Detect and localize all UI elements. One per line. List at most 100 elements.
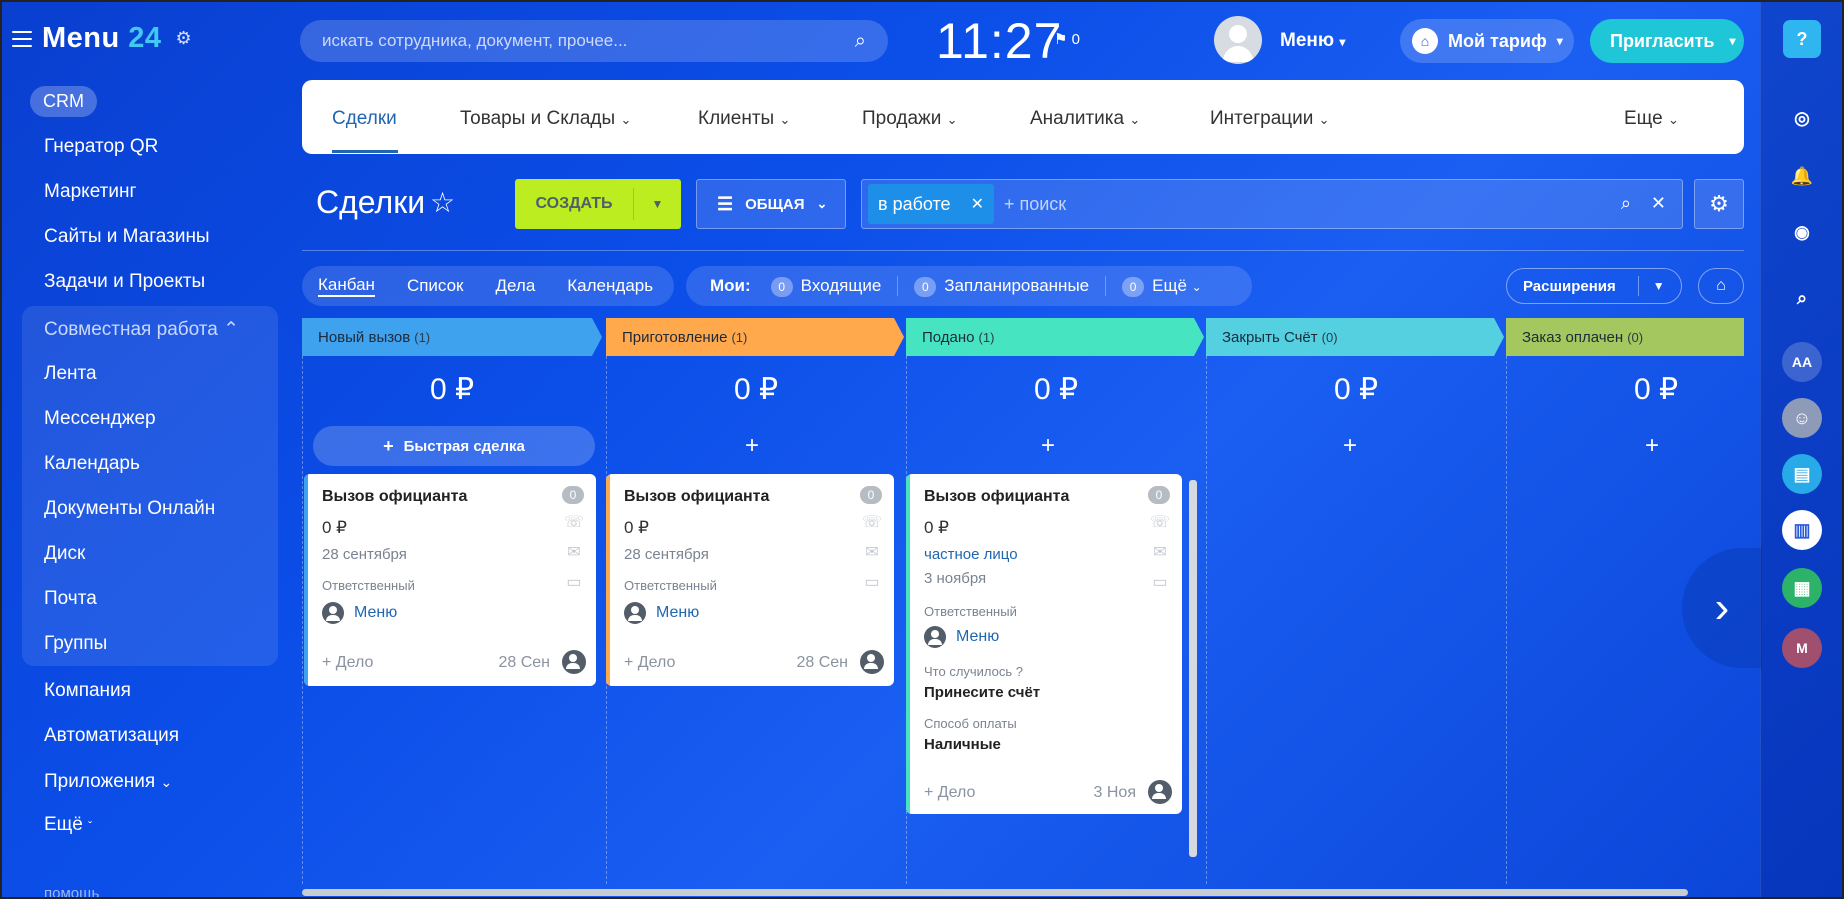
logo[interactable]: Menu 24: [42, 22, 162, 55]
bell-icon[interactable]: 🔔: [1782, 156, 1822, 196]
counter-incoming[interactable]: 0 Входящие: [770, 276, 881, 297]
quick-deal-button[interactable]: + Быстрая сделка: [313, 426, 595, 466]
sidebar-item-crm[interactable]: CRM: [30, 86, 97, 117]
sidebar-item-groups[interactable]: Группы: [44, 633, 107, 655]
filter-search-field[interactable]: в работе ✕ + поиск ⌕ ✕: [861, 179, 1683, 229]
view-list[interactable]: Список: [407, 276, 464, 296]
sidebar-item-qr[interactable]: Гнератор QR: [44, 136, 158, 158]
comment-icon[interactable]: ▭: [864, 574, 879, 592]
responsible-user[interactable]: Меню: [924, 626, 999, 648]
mail-icon[interactable]: ✉: [1153, 544, 1166, 562]
sidebar-item-mail[interactable]: Почта: [44, 588, 97, 610]
deal-title[interactable]: Вызов официанта: [624, 488, 769, 506]
sliders-icon[interactable]: ⚙: [176, 28, 192, 49]
user-menu[interactable]: Меню ▾: [1280, 30, 1345, 52]
deal-title[interactable]: Вызов официанта: [924, 488, 1069, 506]
search-icon[interactable]: ⌕: [1621, 193, 1631, 214]
sidebar-item-apps[interactable]: Приложения ⌄: [44, 771, 172, 793]
sidebar-item-marketing[interactable]: Маркетинг: [44, 181, 136, 203]
tab-products[interactable]: Товары и Склады ⌄: [460, 108, 631, 130]
create-button[interactable]: СОЗДАТЬ ▼: [515, 179, 681, 229]
mail-icon[interactable]: ✉: [567, 544, 580, 562]
deal-title[interactable]: Вызов официанта: [322, 488, 467, 506]
avatar-m[interactable]: M: [1782, 628, 1822, 668]
column-header[interactable]: Заказ оплачен (0): [1506, 318, 1643, 356]
view-calendar[interactable]: Календарь: [567, 276, 653, 296]
tab-deals[interactable]: Сделки: [332, 108, 397, 130]
column-header[interactable]: Приготовление (1): [606, 318, 747, 356]
tab-more[interactable]: Еще ⌄: [1624, 108, 1679, 130]
add-deal-button[interactable]: +: [898, 432, 1198, 460]
close-icon[interactable]: ✕: [1651, 193, 1666, 214]
view-kanban[interactable]: Канбан: [318, 275, 375, 297]
flag-counter[interactable]: ⚑ 0: [1054, 30, 1080, 48]
deal-card[interactable]: Вызов официанта 0 0 ₽ 28 сентября Ответс…: [304, 474, 596, 686]
avatar[interactable]: [1214, 16, 1262, 64]
close-icon[interactable]: ✕: [971, 194, 984, 214]
kanban-scrollbar[interactable]: [302, 889, 1688, 896]
sidebar-item-tasks[interactable]: Задачи и Проекты: [44, 271, 205, 293]
add-deal-button[interactable]: +: [602, 432, 902, 460]
sidebar-help-link[interactable]: помощь: [44, 885, 99, 899]
sidebar-item-calendar[interactable]: Календарь: [44, 453, 140, 475]
sidebar-item-company[interactable]: Компания: [44, 680, 131, 702]
filter-chip[interactable]: в работе ✕: [868, 184, 994, 224]
phone-icon[interactable]: ☏: [564, 514, 584, 532]
chevron-right-icon[interactable]: ›: [1682, 548, 1762, 668]
hamburger-menu-icon[interactable]: [12, 30, 32, 47]
clock[interactable]: 11:27: [936, 12, 1062, 70]
chat-icon[interactable]: ◉: [1782, 212, 1822, 252]
tab-clients[interactable]: Клиенты ⌄: [698, 108, 790, 130]
filter-search-placeholder[interactable]: + поиск: [1004, 194, 1066, 215]
add-deal-button[interactable]: +: [1200, 432, 1500, 460]
responsible-user[interactable]: Меню: [624, 602, 699, 624]
sidebar-item-more[interactable]: Ещё ˇ: [44, 814, 92, 836]
search-icon[interactable]: ⌕: [1782, 278, 1822, 318]
sidebar-group-title[interactable]: Совместная работа ⌃: [44, 318, 239, 341]
invite-button[interactable]: Пригласить ▾: [1590, 19, 1744, 63]
sidebar-item-feed[interactable]: Лента: [44, 363, 97, 385]
help-icon[interactable]: ?: [1783, 20, 1821, 58]
global-search[interactable]: ⌕: [300, 20, 888, 62]
sidebar-item-messenger[interactable]: Мессенджер: [44, 408, 156, 430]
disk-icon[interactable]: ◎: [1782, 98, 1822, 138]
extensions-button[interactable]: Расширения ▼: [1506, 268, 1682, 304]
add-deal-button[interactable]: +: [1502, 432, 1802, 460]
chat-bubble-icon[interactable]: ▤: [1782, 454, 1822, 494]
chevron-down-icon[interactable]: ▼: [634, 197, 681, 211]
sidebar-item-docs[interactable]: Документы Онлайн: [44, 498, 215, 520]
column-scrollbar[interactable]: [1189, 480, 1197, 857]
view-activities[interactable]: Дела: [496, 276, 536, 296]
mail-icon[interactable]: ✉: [865, 544, 878, 562]
column-header[interactable]: Подано (1): [906, 318, 994, 356]
counter-more[interactable]: 0 Ещё ⌄: [1122, 276, 1202, 297]
column-header[interactable]: Новый вызов (1): [302, 318, 430, 356]
comment-icon[interactable]: ▭: [566, 574, 581, 592]
deal-client[interactable]: частное лицо: [924, 546, 1018, 563]
notes-icon[interactable]: ▦: [1782, 568, 1822, 608]
deal-card[interactable]: Вызов официанта 0 0 ₽ 28 сентября Ответс…: [606, 474, 894, 686]
deal-card[interactable]: Вызов официанта 0 0 ₽ частное лицо 3 ноя…: [906, 474, 1182, 814]
comment-icon[interactable]: ▭: [1152, 574, 1167, 592]
counter-planned[interactable]: 0 Запланированные: [914, 276, 1089, 297]
add-activity-link[interactable]: + Дело: [322, 654, 373, 672]
tab-sales[interactable]: Продажи ⌄: [862, 108, 958, 130]
phone-icon[interactable]: ☏: [862, 514, 882, 532]
building-icon[interactable]: ▥: [1782, 510, 1822, 550]
star-icon[interactable]: ☆: [430, 186, 455, 219]
search-input[interactable]: [322, 31, 855, 51]
column-header[interactable]: Закрыть Счёт (0): [1206, 318, 1338, 356]
sidebar-item-sites[interactable]: Сайты и Магазины: [44, 226, 210, 248]
add-activity-link[interactable]: + Дело: [924, 784, 975, 802]
filter-preset-button[interactable]: ☰ ОБЩАЯ ⌄: [696, 179, 846, 229]
add-activity-link[interactable]: + Дело: [624, 654, 675, 672]
phone-icon[interactable]: ☏: [1150, 514, 1170, 532]
sidebar-item-disk[interactable]: Диск: [44, 543, 85, 565]
robot-icon[interactable]: ⌂: [1698, 268, 1744, 304]
tab-analytics[interactable]: Аналитика ⌄: [1030, 108, 1140, 130]
tab-integrations[interactable]: Интеграции ⌄: [1210, 108, 1330, 130]
settings-gear-button[interactable]: ⚙: [1694, 179, 1744, 229]
responsible-user[interactable]: Меню: [322, 602, 397, 624]
sidebar-item-automation[interactable]: Автоматизация: [44, 725, 179, 747]
tariff-button[interactable]: ⌂ Мой тариф ▾: [1400, 19, 1574, 63]
